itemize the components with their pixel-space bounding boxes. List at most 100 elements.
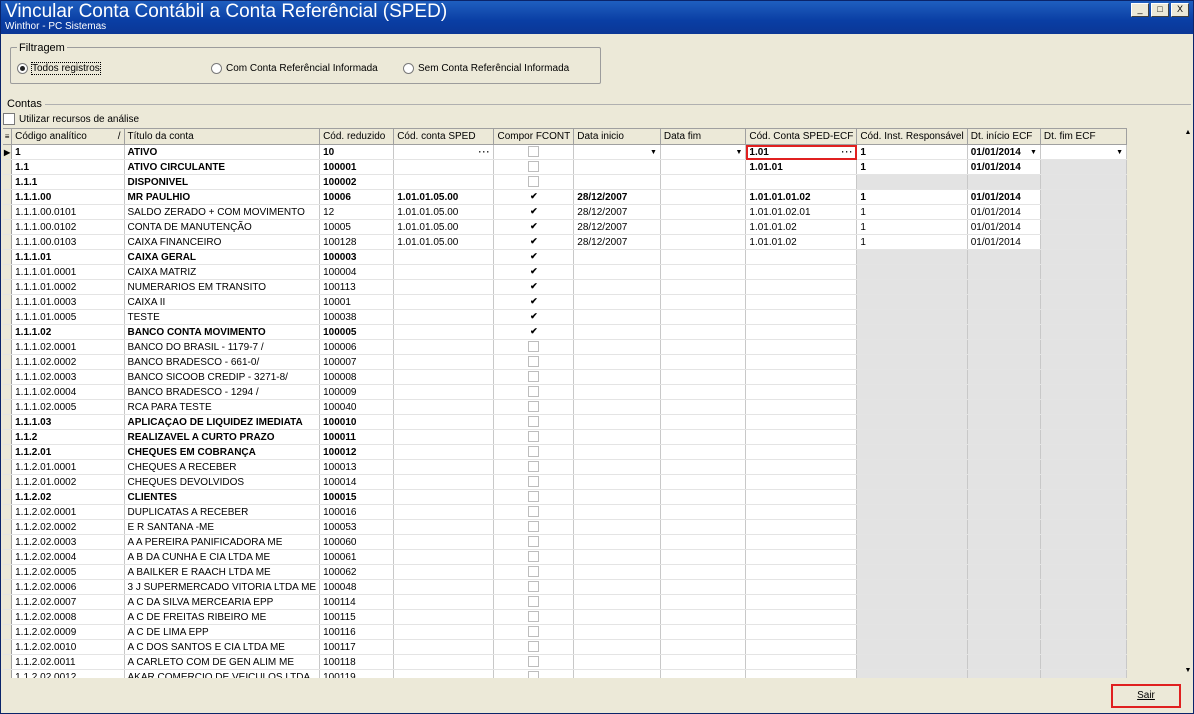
- cell-dt-fim-ecf[interactable]: [1040, 579, 1127, 595]
- cell-cod-inst[interactable]: [856, 594, 968, 610]
- cell-cod-sped[interactable]: [393, 489, 495, 505]
- dropdown-arrow-icon[interactable]: ▼: [735, 149, 742, 156]
- cell-cod-inst[interactable]: [856, 474, 968, 490]
- cell-cod-sped[interactable]: [393, 549, 495, 565]
- cell-cod-inst[interactable]: [856, 354, 968, 370]
- cell-cod-sped[interactable]: [393, 174, 495, 190]
- cell-data-fim[interactable]: [660, 324, 747, 340]
- cell-codigo[interactable]: 1.1.2.01.0001: [11, 459, 125, 475]
- cell-titulo[interactable]: A B DA CUNHA E CIA LTDA ME: [124, 549, 321, 565]
- cell-cod-inst[interactable]: [856, 504, 968, 520]
- cell-dt-inicio-ecf[interactable]: [967, 279, 1041, 295]
- cell-cod-reduzido[interactable]: 100128: [319, 234, 395, 250]
- checkbox-icon[interactable]: [528, 431, 540, 443]
- cell-cod-sped[interactable]: 1.01.01.05.00: [393, 204, 495, 220]
- cell-data-fim[interactable]: [660, 249, 747, 265]
- cell-titulo[interactable]: CAIXA MATRIZ: [124, 264, 321, 280]
- cell-dt-fim-ecf[interactable]: [1040, 414, 1127, 430]
- radio-sem-conta-referencial[interactable]: Sem Conta Referêncial Informada: [403, 63, 569, 74]
- cell-cod-inst[interactable]: [856, 609, 968, 625]
- cell-cod-sped-ecf[interactable]: [745, 654, 858, 670]
- cell-titulo[interactable]: CHEQUES EM COBRANÇA: [124, 444, 321, 460]
- cell-data-inicio[interactable]: [573, 354, 661, 370]
- cell-cod-sped[interactable]: [393, 669, 495, 678]
- cell-data-fim[interactable]: [660, 219, 747, 235]
- ellipsis-icon[interactable]: ···: [478, 147, 490, 157]
- cell-dt-inicio-ecf[interactable]: [967, 564, 1041, 580]
- cell-cod-reduzido[interactable]: 10001: [319, 294, 395, 310]
- cell-cod-inst[interactable]: 1: [856, 159, 968, 175]
- table-row[interactable]: 1.1.2.02.0005 A BAILKER E RAACH LTDA ME 10…: [3, 564, 1127, 580]
- cell-data-fim[interactable]: [660, 294, 747, 310]
- cell-dt-fim-ecf[interactable]: [1040, 624, 1127, 640]
- cell-data-inicio[interactable]: [573, 324, 661, 340]
- cell-cod-sped[interactable]: [393, 609, 495, 625]
- cell-cod-inst[interactable]: [856, 564, 968, 580]
- cell-cod-inst[interactable]: 1: [856, 144, 968, 160]
- cell-cod-sped[interactable]: ···: [393, 144, 495, 160]
- cell-dt-inicio-ecf[interactable]: [967, 579, 1041, 595]
- cell-cod-sped-ecf[interactable]: [745, 384, 858, 400]
- cell-cod-reduzido[interactable]: 100118: [319, 654, 395, 670]
- cell-cod-reduzido[interactable]: 100014: [319, 474, 395, 490]
- cell-dt-inicio-ecf[interactable]: [967, 609, 1041, 625]
- cell-cod-sped[interactable]: [393, 654, 495, 670]
- cell-cod-sped-ecf[interactable]: [745, 444, 858, 460]
- cell-data-inicio[interactable]: [573, 384, 661, 400]
- table-row[interactable]: 1.1.1.02.0003 BANCO SICOOB CREDIP - 3271-…: [3, 369, 1127, 385]
- cell-data-inicio[interactable]: [573, 609, 661, 625]
- cell-data-fim[interactable]: [660, 399, 747, 415]
- cell-data-inicio[interactable]: [573, 534, 661, 550]
- cell-cod-sped-ecf[interactable]: [745, 579, 858, 595]
- checkbox-icon[interactable]: ✔: [528, 191, 540, 203]
- cell-dt-inicio-ecf[interactable]: [967, 324, 1041, 340]
- cell-cod-sped-ecf[interactable]: 1.01.01.02.01: [745, 204, 858, 220]
- cell-codigo[interactable]: 1.1.1.00.0101: [11, 204, 125, 220]
- cell-data-inicio[interactable]: 28/12/2007: [573, 234, 661, 250]
- cell-codigo[interactable]: 1.1.1.01: [11, 249, 125, 265]
- cell-titulo[interactable]: A A PEREIRA PANIFICADORA ME: [124, 534, 321, 550]
- col-header-data-fim[interactable]: Data fim: [660, 129, 747, 145]
- cell-dt-inicio-ecf[interactable]: [967, 489, 1041, 505]
- cell-data-inicio[interactable]: [573, 474, 661, 490]
- cell-dt-inicio-ecf[interactable]: 01/01/2014: [967, 204, 1041, 220]
- cell-codigo[interactable]: 1.1.1.01.0001: [11, 264, 125, 280]
- cell-cod-sped-ecf[interactable]: 1.01 ···: [745, 144, 858, 160]
- cell-titulo[interactable]: APLICAÇAO DE LIQUIDEZ IMEDIATA: [124, 414, 321, 430]
- checkbox-icon[interactable]: [528, 341, 540, 353]
- cell-data-fim[interactable]: [660, 354, 747, 370]
- cell-titulo[interactable]: A C DA SILVA MERCEARIA EPP: [124, 594, 321, 610]
- cell-dt-fim-ecf[interactable]: [1040, 234, 1127, 250]
- cell-cod-inst[interactable]: [856, 339, 968, 355]
- cell-titulo[interactable]: TESTE: [124, 309, 321, 325]
- cell-cod-inst[interactable]: [856, 534, 968, 550]
- cell-codigo[interactable]: 1.1.2.01: [11, 444, 125, 460]
- cell-cod-sped[interactable]: [393, 399, 495, 415]
- table-row[interactable]: 1.1.1.01 CAIXA GERAL 100003 ✔: [3, 249, 1127, 265]
- checkbox-icon[interactable]: [528, 536, 540, 548]
- cell-compor-fcont[interactable]: [493, 429, 575, 445]
- cell-dt-inicio-ecf[interactable]: [967, 519, 1041, 535]
- cell-codigo[interactable]: 1.1.2.02: [11, 489, 125, 505]
- cell-titulo[interactable]: ATIVO: [124, 144, 321, 160]
- checkbox-icon[interactable]: [528, 641, 540, 653]
- cell-dt-inicio-ecf[interactable]: [967, 444, 1041, 460]
- cell-dt-fim-ecf[interactable]: [1040, 324, 1127, 340]
- cell-dt-fim-ecf[interactable]: [1040, 189, 1127, 205]
- cell-dt-inicio-ecf[interactable]: [967, 354, 1041, 370]
- maximize-button[interactable]: □: [1151, 3, 1169, 17]
- table-row[interactable]: 1.1.1.00.0102 CONTA DE MANUTENÇÃO 10005 1.0…: [3, 219, 1127, 235]
- cell-compor-fcont[interactable]: ✔: [493, 279, 575, 295]
- cell-codigo[interactable]: 1: [11, 144, 125, 160]
- cell-cod-inst[interactable]: [856, 519, 968, 535]
- checkbox-icon[interactable]: [528, 416, 540, 428]
- cell-compor-fcont[interactable]: ✔: [493, 264, 575, 280]
- cell-data-fim[interactable]: [660, 594, 747, 610]
- cell-titulo[interactable]: 3 J SUPERMERCADO VITORIA LTDA ME: [124, 579, 321, 595]
- cell-compor-fcont[interactable]: [493, 159, 575, 175]
- cell-cod-sped[interactable]: [393, 429, 495, 445]
- cell-compor-fcont[interactable]: [493, 579, 575, 595]
- cell-cod-sped[interactable]: [393, 534, 495, 550]
- cell-dt-inicio-ecf[interactable]: [967, 549, 1041, 565]
- table-row[interactable]: 1.1.2.02.0009 A C DE LIMA EPP 100116: [3, 624, 1127, 640]
